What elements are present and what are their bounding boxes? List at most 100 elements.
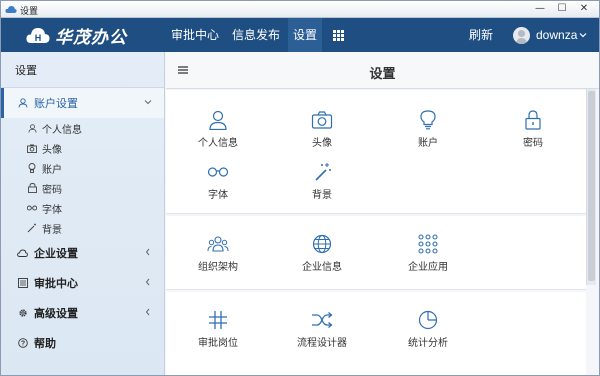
- tile-label: 密码: [523, 138, 543, 149]
- list-icon: [17, 278, 28, 289]
- username: downza: [536, 28, 578, 42]
- settings-panel-account: 个人信息 头像 账户 密码 字体 背景: [166, 90, 586, 214]
- cloud-app-icon: [5, 6, 17, 13]
- tile-enterprise-apps[interactable]: 企业应用: [378, 234, 478, 273]
- people-icon: [207, 236, 229, 252]
- main-header: 设置: [166, 52, 599, 89]
- sidebar-item-password[interactable]: 密码: [1, 178, 164, 198]
- logo[interactable]: H 华茂办公: [25, 24, 127, 47]
- settings-panel-enterprise: 组织架构 企业信息 企业应用: [166, 216, 586, 290]
- camera-icon: [27, 143, 37, 153]
- wand-icon: [315, 163, 331, 181]
- bulb-icon: [27, 163, 37, 173]
- app-window: 设置 — ☐ ✕ H 华茂办公 审批中心 信息发布 设置 刷新 downza 设…: [0, 0, 600, 376]
- sidebar-header: 设置: [1, 52, 164, 88]
- sidebar-group-label: 企业设置: [34, 248, 78, 260]
- page-title: 设置: [369, 66, 396, 81]
- tile-approval-positions[interactable]: 审批岗位: [168, 310, 268, 349]
- chevron-left-icon: [145, 248, 150, 256]
- refresh-button[interactable]: 刷新: [469, 18, 493, 52]
- maximize-button[interactable]: ☐: [555, 3, 569, 15]
- nav-item-approval-center[interactable]: 审批中心: [166, 18, 224, 52]
- nav-items: 审批中心 信息发布 设置: [166, 18, 351, 52]
- sidebar-group-account-settings[interactable]: 账户设置: [1, 88, 164, 118]
- sidebar: 设置 账户设置 个人信息 头像 账户 密码 字体 背景 企业设置 审批中心 高级…: [1, 52, 165, 375]
- apps-grid-icon[interactable]: [325, 18, 351, 52]
- title-bar: 设置 — ☐ ✕: [1, 1, 599, 18]
- window-controls: — ☐ ✕: [533, 3, 591, 15]
- sidebar-item-label: 背景: [42, 224, 62, 236]
- tile-statistics[interactable]: 统计分析: [378, 310, 478, 349]
- top-navigation: H 华茂办公 审批中心 信息发布 设置 刷新 downza: [1, 18, 599, 52]
- chevron-down-icon: [579, 33, 587, 38]
- sidebar-group-label: 审批中心: [34, 278, 78, 290]
- sidebar-item-label: 账户: [42, 164, 62, 176]
- tile-label: 账户: [418, 138, 438, 149]
- sidebar-item-background[interactable]: 背景: [1, 218, 164, 238]
- sidebar-item-label: 字体: [42, 204, 62, 216]
- nav-item-info-publish[interactable]: 信息发布: [227, 18, 285, 52]
- nav-item-settings[interactable]: 设置: [288, 18, 323, 52]
- settings-panel-approval: 审批岗位 流程设计器 统计分析: [166, 292, 586, 375]
- chevron-left-icon: [145, 308, 150, 316]
- pie-chart-icon: [418, 310, 438, 330]
- wand-icon: [27, 223, 37, 233]
- camera-icon: [311, 111, 333, 129]
- sidebar-group-enterprise-settings[interactable]: 企业设置: [1, 238, 164, 268]
- svg-text:?: ?: [20, 341, 24, 348]
- tile-label: 字体: [208, 190, 228, 201]
- sidebar-item-account[interactable]: 账户: [1, 158, 164, 178]
- tile-avatar[interactable]: 头像: [272, 110, 372, 149]
- tile-label: 个人信息: [198, 138, 238, 149]
- glasses-icon: [27, 203, 37, 213]
- tile-label: 企业信息: [302, 262, 342, 273]
- close-button[interactable]: ✕: [577, 3, 591, 15]
- svg-text:H: H: [35, 33, 42, 43]
- sidebar-item-personal-info[interactable]: 个人信息: [1, 118, 164, 138]
- tile-org-structure[interactable]: 组织架构: [168, 234, 268, 273]
- lock-icon: [525, 110, 541, 130]
- tile-account[interactable]: 账户: [378, 110, 478, 149]
- tile-label: 企业应用: [408, 262, 448, 273]
- sidebar-group-help[interactable]: ? 帮助: [1, 328, 164, 358]
- sidebar-group-label: 高级设置: [34, 308, 78, 320]
- sidebar-group-advanced-settings[interactable]: 高级设置: [1, 298, 164, 328]
- globe-icon: [312, 234, 332, 254]
- logo-text: 华茂办公: [55, 27, 127, 47]
- tile-label: 统计分析: [408, 338, 448, 349]
- shuffle-icon: [312, 312, 333, 328]
- tile-process-designer[interactable]: 流程设计器: [272, 310, 372, 349]
- minimize-button[interactable]: —: [533, 3, 547, 15]
- vertical-scrollbar[interactable]: [586, 89, 596, 285]
- scrollbar-thumb[interactable]: [588, 91, 595, 281]
- sidebar-group-approval-center[interactable]: 审批中心: [1, 268, 164, 298]
- tile-background[interactable]: 背景: [272, 162, 372, 201]
- sidebar-item-font[interactable]: 字体: [1, 198, 164, 218]
- cloud-icon: [17, 248, 28, 259]
- tile-password[interactable]: 密码: [483, 110, 583, 149]
- gear-icon: [17, 308, 28, 319]
- tile-label: 审批岗位: [198, 338, 238, 349]
- window-title: 设置: [20, 6, 39, 16]
- chevron-down-icon: [144, 100, 152, 105]
- user-menu[interactable]: downza: [513, 18, 587, 52]
- glasses-icon: [207, 167, 229, 177]
- tile-font[interactable]: 字体: [168, 162, 268, 201]
- sidebar-group-label: 账户设置: [34, 98, 78, 110]
- user-icon: [209, 110, 227, 130]
- sidebar-item-label: 密码: [42, 184, 62, 196]
- user-icon: [27, 123, 37, 133]
- sidebar-item-label: 个人信息: [42, 124, 82, 136]
- main-content: 设置 个人信息 头像 账户 密码 字体 背景 组织架构 企业信息 企业应用 审批…: [166, 52, 599, 375]
- chevron-left-icon: [145, 278, 150, 286]
- bulb-icon: [420, 110, 436, 130]
- sidebar-item-label: 头像: [42, 144, 62, 156]
- tile-label: 头像: [312, 138, 332, 149]
- apps-grid-icon: [418, 234, 438, 254]
- sidebar-item-avatar[interactable]: 头像: [1, 138, 164, 158]
- sidebar-group-label: 帮助: [34, 338, 56, 350]
- tile-enterprise-info[interactable]: 企业信息: [272, 234, 372, 273]
- hash-icon: [209, 311, 227, 329]
- tile-personal-info[interactable]: 个人信息: [168, 110, 268, 149]
- user-icon: [17, 98, 28, 109]
